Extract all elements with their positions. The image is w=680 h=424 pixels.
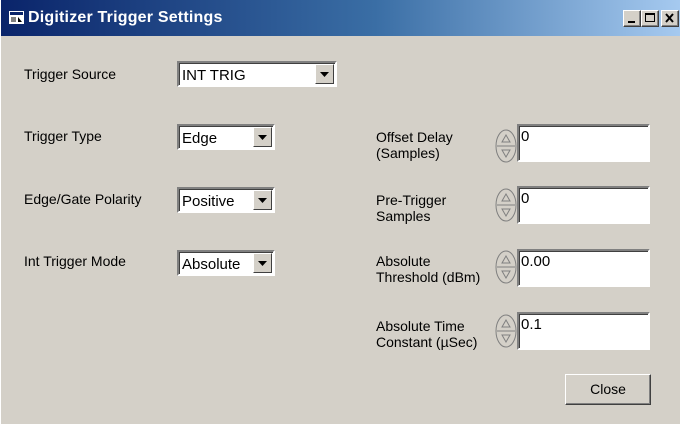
- close-window-button[interactable]: [661, 10, 679, 27]
- close-icon: [665, 13, 674, 23]
- abs-time-label-line1: Absolute Time: [376, 318, 465, 334]
- pre-trigger-input[interactable]: 0: [517, 186, 650, 224]
- abs-threshold-spinner[interactable]: [495, 250, 517, 284]
- pre-trigger-label-line1: Pre-Trigger: [376, 192, 447, 208]
- abs-time-label-line2: Constant (µSec): [376, 334, 478, 350]
- trigger-source-select[interactable]: INT TRIG: [177, 61, 337, 87]
- abs-time-spinner[interactable]: [495, 314, 517, 348]
- trigger-type-label: Trigger Type: [24, 128, 102, 144]
- trigger-type-select[interactable]: Edge: [177, 124, 275, 150]
- int-trigger-mode-label: Int Trigger Mode: [24, 253, 126, 269]
- offset-delay-label-line2: (Samples): [376, 145, 440, 161]
- minimize-icon: [628, 21, 635, 23]
- int-trigger-mode-value: Absolute: [182, 256, 241, 273]
- polarity-value: Positive: [182, 193, 235, 210]
- abs-threshold-label: Absolute Threshold (dBm): [376, 253, 480, 285]
- abs-time-input[interactable]: 0.1: [517, 312, 650, 350]
- minimize-button[interactable]: [623, 10, 641, 27]
- trigger-source-dropdown-button[interactable]: [315, 64, 334, 84]
- app-icon: [9, 11, 24, 24]
- window-title: Digitizer Trigger Settings: [28, 9, 223, 26]
- offset-delay-label-line1: Offset Delay: [376, 129, 453, 145]
- pre-trigger-label-line2: Samples: [376, 208, 431, 224]
- trigger-settings-window: Digitizer Trigger Settings Trigger Sourc…: [0, 0, 680, 424]
- int-trigger-mode-select[interactable]: Absolute: [177, 250, 275, 276]
- offset-delay-label: Offset Delay (Samples): [376, 129, 453, 161]
- polarity-dropdown-button[interactable]: [253, 190, 272, 210]
- abs-threshold-label-line1: Absolute: [376, 253, 431, 269]
- offset-delay-input[interactable]: 0: [517, 124, 650, 162]
- polarity-select[interactable]: Positive: [177, 187, 275, 213]
- maximize-button[interactable]: [641, 10, 659, 27]
- abs-threshold-input[interactable]: 0.00: [517, 249, 650, 287]
- trigger-type-value: Edge: [182, 130, 218, 147]
- trigger-source-value: INT TRIG: [182, 67, 246, 84]
- int-trigger-mode-dropdown-button[interactable]: [253, 253, 272, 273]
- abs-time-label: Absolute Time Constant (µSec): [376, 318, 477, 350]
- offset-delay-value: 0: [521, 128, 530, 145]
- chevron-down-icon: [258, 261, 267, 266]
- title-bar[interactable]: Digitizer Trigger Settings: [1, 0, 680, 36]
- abs-threshold-value: 0.00: [521, 253, 551, 270]
- abs-time-value: 0.1: [521, 316, 542, 333]
- maximize-icon: [645, 13, 655, 22]
- chevron-down-icon: [258, 135, 267, 140]
- abs-threshold-label-line2: Threshold (dBm): [376, 269, 481, 285]
- trigger-source-label: Trigger Source: [24, 66, 117, 82]
- chevron-down-icon: [320, 72, 329, 77]
- trigger-type-dropdown-button[interactable]: [253, 127, 272, 147]
- pre-trigger-label: Pre-Trigger Samples: [376, 192, 446, 224]
- close-button[interactable]: Close: [565, 374, 651, 405]
- pre-trigger-value: 0: [521, 190, 530, 207]
- pre-trigger-spinner[interactable]: [495, 188, 517, 222]
- polarity-label: Edge/Gate Polarity: [24, 191, 142, 207]
- chevron-down-icon: [258, 198, 267, 203]
- offset-delay-spinner[interactable]: [495, 129, 517, 163]
